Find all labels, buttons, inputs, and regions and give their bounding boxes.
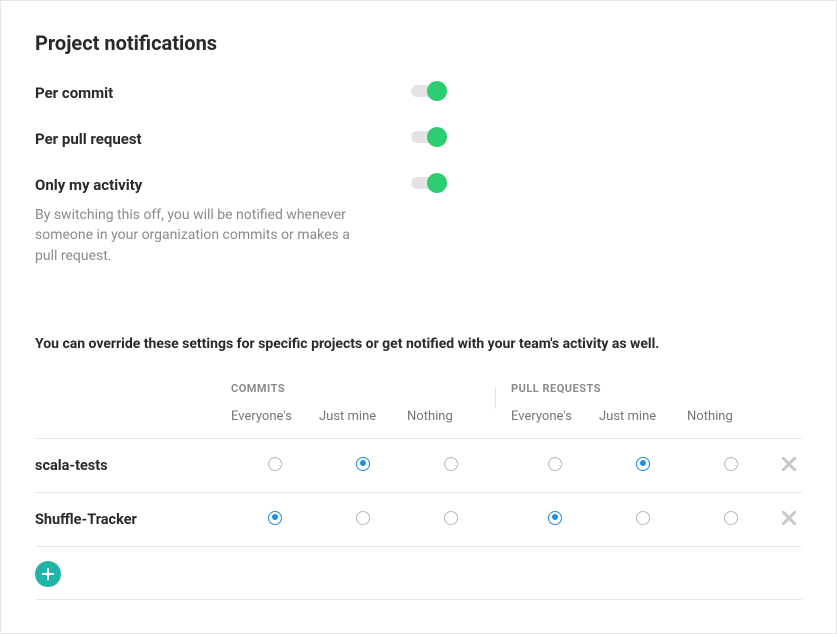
project-name: scala-tests	[35, 457, 231, 474]
close-icon	[782, 511, 796, 525]
overrides-table: COMMITS PULL REQUESTS Everyone's Just mi…	[35, 382, 802, 600]
remove-row-button[interactable]	[782, 511, 796, 529]
toggle-label-per-commit: Per commit	[35, 81, 411, 105]
radio-commits-nothing[interactable]	[444, 457, 458, 471]
toggle-row-only-my-activity: Only my activity	[35, 173, 802, 197]
radio-pull-requests-everyones[interactable]	[548, 511, 562, 525]
add-override-button[interactable]	[35, 561, 61, 587]
toggle-row-per-pull-request: Per pull request	[35, 127, 802, 151]
col-header-commits-everyones: Everyone's	[231, 409, 319, 424]
group-header-commits: COMMITS	[231, 382, 495, 395]
radio-commits-everyones[interactable]	[268, 511, 282, 525]
col-header-pr-nothing: Nothing	[687, 409, 775, 424]
add-override-row	[35, 547, 802, 600]
project-name: Shuffle-Tracker	[35, 511, 231, 528]
page-title: Project notifications	[35, 31, 802, 55]
toggle-only-my-activity[interactable]	[411, 173, 447, 193]
col-header-pr-everyones: Everyone's	[511, 409, 599, 424]
radio-pull-requests-just_mine[interactable]	[636, 457, 650, 471]
notifications-card: Project notifications Per commit Per pul…	[0, 0, 837, 634]
toggle-label-only-my-activity: Only my activity	[35, 173, 411, 197]
radio-commits-nothing[interactable]	[444, 511, 458, 525]
radio-pull-requests-nothing[interactable]	[724, 457, 738, 471]
radio-commits-everyones[interactable]	[268, 457, 282, 471]
radio-pull-requests-nothing[interactable]	[724, 511, 738, 525]
toggle-per-pull-request[interactable]	[411, 127, 447, 147]
col-header-pr-just-mine: Just mine	[599, 409, 687, 424]
remove-row-button[interactable]	[782, 457, 796, 475]
radio-pull-requests-everyones[interactable]	[548, 457, 562, 471]
close-icon	[782, 457, 796, 471]
override-hint: You can override these settings for spec…	[35, 336, 802, 352]
radio-pull-requests-just_mine[interactable]	[636, 511, 650, 525]
radio-commits-just_mine[interactable]	[356, 457, 370, 471]
toggle-row-per-commit: Per commit	[35, 81, 802, 105]
table-row: scala-tests	[35, 439, 802, 493]
plus-icon	[42, 568, 54, 580]
col-header-commits-just-mine: Just mine	[319, 409, 407, 424]
col-header-commits-nothing: Nothing	[407, 409, 495, 424]
table-header-options: Everyone's Just mine Nothing Everyone's …	[35, 409, 802, 439]
group-header-pull-requests: PULL REQUESTS	[511, 382, 775, 395]
toggle-per-commit[interactable]	[411, 81, 447, 101]
table-row: Shuffle-Tracker	[35, 493, 802, 547]
radio-commits-just_mine[interactable]	[356, 511, 370, 525]
only-my-activity-help: By switching this off, you will be notif…	[35, 205, 375, 266]
toggle-label-per-pull-request: Per pull request	[35, 127, 411, 151]
table-header-groups: COMMITS PULL REQUESTS	[35, 382, 802, 395]
